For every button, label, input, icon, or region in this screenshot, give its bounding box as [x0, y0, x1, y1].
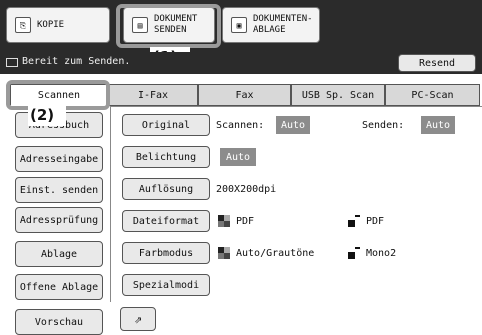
copy-icon: ⎘	[15, 17, 31, 33]
tab-kopie-label: KOPIE	[37, 19, 65, 30]
status-text: Bereit zum Senden.	[22, 56, 131, 67]
belichtung-button[interactable]: Belichtung	[122, 146, 210, 168]
quick-file-button[interactable]: ⇗	[120, 307, 156, 331]
resend-button[interactable]: Resend	[398, 54, 476, 72]
dateiformat-button[interactable]: Dateiformat	[122, 210, 210, 232]
mono-mode-icon	[348, 247, 360, 259]
offene-ablage-button[interactable]: Offene Ablage	[15, 274, 103, 300]
farbmodus-button[interactable]: Farbmodus	[122, 242, 210, 264]
exposure-value: Auto	[220, 148, 256, 166]
original-button[interactable]: Original	[122, 114, 210, 136]
color-mode-icon	[218, 247, 230, 259]
send-size-value: Auto	[421, 116, 455, 134]
file-format-mono-value: PDF	[366, 215, 385, 227]
tab-pc-scan[interactable]: PC-Scan	[385, 84, 480, 106]
callout-2-label: (2)	[30, 106, 55, 124]
message-icon	[6, 58, 18, 67]
ablage-button[interactable]: Ablage	[15, 241, 103, 267]
tab-fax[interactable]: Fax	[198, 84, 291, 106]
callout-1-frame	[116, 4, 221, 48]
file-format-color-value: PDF	[236, 215, 255, 227]
scan-size-value: Auto	[276, 116, 310, 134]
scan-size-label: Scannen:	[216, 119, 265, 131]
tab-dokumenten-ablage[interactable]: ▣ DOKUMENTEN-ABLAGE	[222, 7, 320, 43]
send-size-label: Senden:	[362, 119, 405, 131]
adresspruefung-button[interactable]: Adressprüfung	[15, 207, 103, 233]
tab-usb-scan[interactable]: USB Sp. Scan	[291, 84, 385, 106]
einst-senden-button[interactable]: Einst. senden	[15, 177, 103, 203]
tab-i-fax[interactable]: I-Fax	[108, 84, 198, 106]
mono-mode-icon	[348, 215, 360, 227]
file-format-color: PDF	[218, 210, 254, 232]
vorschau-button[interactable]: Vorschau	[15, 309, 103, 335]
color-mode-mono-value: Mono2	[366, 247, 397, 259]
file-format-mono: PDF	[348, 210, 384, 232]
color-mode-mono: Mono2	[348, 242, 396, 264]
tab-dokumenten-ablage-label: DOKUMENTEN-ABLAGE	[253, 14, 313, 35]
spezialmodi-button[interactable]: Spezialmodi	[122, 274, 210, 296]
aufloesung-button[interactable]: Auflösung	[122, 178, 210, 200]
color-mode-color: Auto/Grautöne	[218, 242, 314, 264]
quick-file-icon: ⇗	[134, 311, 142, 327]
color-mode-color-value: Auto/Grautöne	[236, 247, 315, 259]
document-filing-icon: ▣	[231, 17, 247, 33]
color-mode-icon	[218, 215, 230, 227]
tab-kopie[interactable]: ⎘ KOPIE	[6, 7, 110, 43]
adresseingabe-button[interactable]: Adresseingabe	[15, 146, 103, 172]
resolution-value: 200X200dpi	[216, 183, 277, 195]
